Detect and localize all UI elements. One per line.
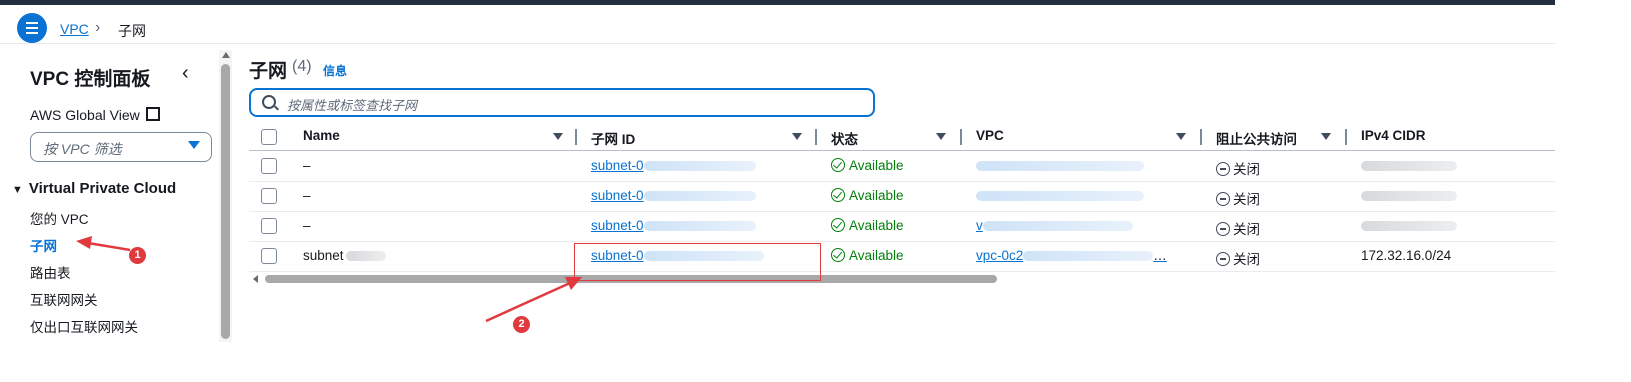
annotation-badge-1: 1 (129, 247, 146, 264)
annotation-arrow-1 (87, 241, 131, 252)
annotation-badge-2: 2 (513, 316, 530, 333)
annotation-arrowhead-1 (76, 236, 92, 249)
annotation-arrows (76, 236, 582, 323)
annotation-arrow-2 (485, 281, 571, 323)
